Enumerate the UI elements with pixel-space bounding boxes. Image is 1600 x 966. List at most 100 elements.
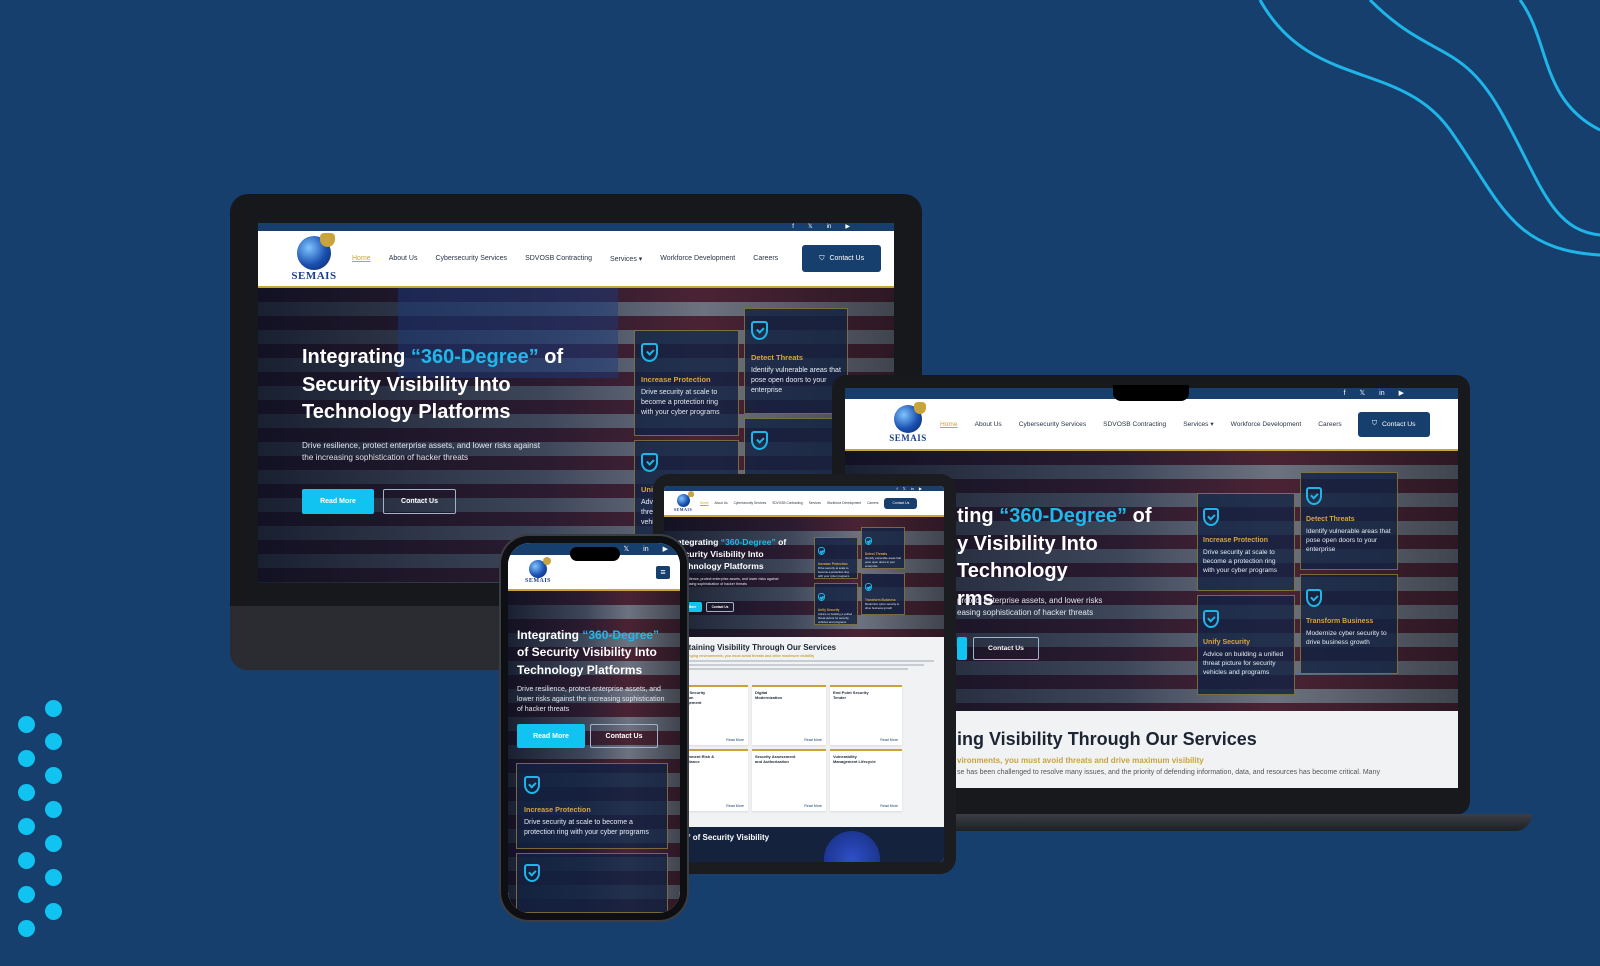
service-card-vulnerability[interactable]: Vulnerability Management Lifecycle Read …	[830, 749, 902, 811]
card-increase-protection[interactable]: Increase Protection Drive security at sc…	[1197, 493, 1295, 591]
nav-workforce[interactable]: Workforce Development	[660, 255, 735, 262]
shield-icon	[1203, 610, 1219, 628]
shield-icon	[865, 537, 872, 545]
twitter-icon[interactable]: 𝕏	[1360, 390, 1366, 397]
card-detect-threats[interactable]: Detect Threats Identify vulnerable areas…	[1300, 472, 1398, 570]
caret-down-icon: ▾	[1210, 421, 1214, 428]
read-more-button[interactable]: Read More	[517, 724, 585, 748]
read-more-link[interactable]: Read More	[726, 738, 744, 742]
nav-cybersecurity[interactable]: Cybersecurity Services	[1019, 421, 1086, 428]
card-detect-threats[interactable]: Detect Threats Identify vulnerable areas…	[861, 527, 905, 569]
facebook-icon[interactable]: f	[1344, 390, 1346, 397]
shield-icon	[865, 583, 872, 591]
linkedin-icon[interactable]: in	[1379, 390, 1384, 397]
semais-logo[interactable]: SEMAIS	[883, 402, 933, 443]
contact-us-outline-button[interactable]: Contact Us	[590, 724, 658, 748]
twitter-icon[interactable]: 𝕏	[624, 546, 630, 553]
tablet-hero: Integrating “360-Degree” of Security Vis…	[664, 517, 944, 637]
contact-us-label: Contact Us	[1381, 420, 1416, 428]
nav-workforce[interactable]: Workforce Development	[827, 501, 861, 505]
read-more-link[interactable]: Read More	[804, 738, 822, 742]
service-card-end-point[interactable]: End Point Security Tender Read More	[830, 685, 902, 745]
read-more-link[interactable]: Read More	[880, 738, 898, 742]
nav-sdvosb[interactable]: SDVOSB Contracting	[1103, 421, 1166, 428]
nav-cybersecurity[interactable]: Cybersecurity Services	[734, 501, 767, 505]
service-card-digital-modernization[interactable]: Digital Modernization Read More	[752, 685, 826, 745]
contact-us-outline-button[interactable]: Contact Us	[383, 489, 456, 514]
semais-logo[interactable]: SEMAIS	[672, 491, 694, 512]
card-unify-security[interactable]: Unify Security Advice on building a unif…	[1197, 595, 1295, 695]
nav-services[interactable]: Services ▾	[1183, 420, 1213, 428]
nav-services-label: Services	[609, 255, 637, 263]
contact-us-button[interactable]: Contact Us	[884, 497, 918, 509]
twitter-icon[interactable]: 𝕏	[903, 486, 906, 491]
nav-about[interactable]: About Us	[389, 255, 418, 262]
services-subheading: In challenging environments, you must av…	[674, 654, 815, 658]
hero-title: Integrating “360-Degree” of Security Vis…	[302, 346, 564, 424]
semais-logo[interactable]: SEMAIS	[522, 557, 554, 584]
nav-workforce[interactable]: Workforce Development	[1231, 421, 1302, 428]
tablet-screen: f 𝕏 in ▶ SEMAIS Home About Us Cybersecur…	[664, 486, 944, 862]
hero-description: Drive resilience, protect enterprise ass…	[302, 441, 540, 462]
card-transform-business[interactable]: Transform Business Modernize cyber secur…	[861, 573, 905, 615]
facebook-icon[interactable]: f	[792, 224, 794, 230]
nav-sdvosb[interactable]: SDVOSB Contracting	[525, 255, 592, 262]
youtube-icon[interactable]: ▶	[845, 224, 850, 230]
facebook-icon[interactable]: f	[896, 486, 897, 491]
read-more-link[interactable]: Read More	[880, 804, 898, 808]
nav-about[interactable]: About Us	[975, 421, 1002, 428]
read-more-link[interactable]: Read More	[804, 804, 822, 808]
laptop-nav-links: Home About Us Cybersecurity Services SDV…	[940, 420, 1342, 429]
nav-services[interactable]: Services	[809, 501, 821, 505]
twitter-icon[interactable]: 𝕏	[808, 224, 813, 230]
tablet-services-section: Sustaining Visibility Through Our Servic…	[664, 637, 944, 827]
linkedin-icon[interactable]: in	[911, 486, 914, 491]
nav-home[interactable]: Home	[700, 501, 709, 505]
desktop-nav-links: Home About Us Cybersecurity Services SDV…	[352, 255, 778, 263]
contact-us-button[interactable]: ⛉ Contact Us	[802, 245, 882, 272]
shield-icon	[1203, 508, 1219, 526]
nav-services-label: Services	[1183, 421, 1209, 428]
shield-icon	[1306, 589, 1322, 607]
contact-us-button[interactable]: ⛉ Contact Us	[1357, 411, 1430, 437]
card-increase-protection[interactable]: Increase Protection Drive security at sc…	[814, 537, 858, 579]
nav-careers[interactable]: Careers	[867, 501, 878, 505]
read-more-button-partial[interactable]	[957, 637, 967, 660]
contact-us-outline-button[interactable]: Contact Us	[973, 637, 1039, 660]
services-heading: ing Visibility Through Our Services	[957, 729, 1257, 749]
nav-careers[interactable]: Careers	[1318, 421, 1341, 428]
card-increase-protection[interactable]: Increase Protection Drive security at sc…	[634, 330, 739, 436]
nav-careers[interactable]: Careers	[753, 255, 778, 262]
nav-sdvosb[interactable]: SDVOSB Contracting	[772, 501, 802, 505]
tablet-hero-description: Drive resilience, protect enterprise ass…	[674, 577, 779, 587]
card-detect-threats-partial[interactable]	[516, 853, 668, 913]
contact-us-outline-button[interactable]: Contact Us	[706, 602, 734, 612]
hamburger-menu-icon[interactable]: ≡	[656, 565, 670, 579]
laptop-notch	[1113, 385, 1189, 401]
card-transform-business[interactable]: Transform Business Modernize cyber secur…	[1300, 574, 1398, 674]
semais-logo[interactable]: SEMAIS	[286, 232, 342, 282]
read-more-button[interactable]: Read More	[302, 489, 374, 514]
desktop-navbar: SEMAIS Home About Us Cybersecurity Servi…	[258, 231, 894, 288]
shield-icon	[818, 547, 825, 555]
decorative-dots	[16, 700, 76, 950]
card-unify-security[interactable]: Unify Security Advice on building a unif…	[814, 583, 858, 625]
contact-us-label: Contact Us	[829, 255, 865, 262]
linkedin-icon[interactable]: in	[827, 224, 832, 230]
youtube-icon[interactable]: ▶	[1399, 390, 1404, 397]
shield-small-icon: ⛉	[819, 254, 825, 262]
linkedin-icon[interactable]: in	[643, 546, 648, 553]
nav-services[interactable]: Services ▾	[610, 255, 642, 263]
nav-home[interactable]: Home	[352, 255, 371, 262]
read-more-link[interactable]: Read More	[726, 804, 744, 808]
nav-home[interactable]: Home	[940, 421, 958, 428]
card-increase-protection[interactable]: Increase Protection Drive security at sc…	[516, 763, 668, 849]
shield-icon	[524, 776, 540, 794]
nav-cybersecurity[interactable]: Cybersecurity Services	[435, 255, 507, 262]
youtube-icon[interactable]: ▶	[663, 546, 668, 553]
phone-hero: Integrating “360-Degree” of Security Vis…	[508, 591, 680, 913]
service-card-security-assessment[interactable]: Security Assessment and Authorization Re…	[752, 749, 826, 811]
services-heading: Sustaining Visibility Through Our Servic…	[674, 643, 837, 652]
nav-about[interactable]: About Us	[715, 501, 728, 505]
youtube-icon[interactable]: ▶	[919, 486, 922, 491]
